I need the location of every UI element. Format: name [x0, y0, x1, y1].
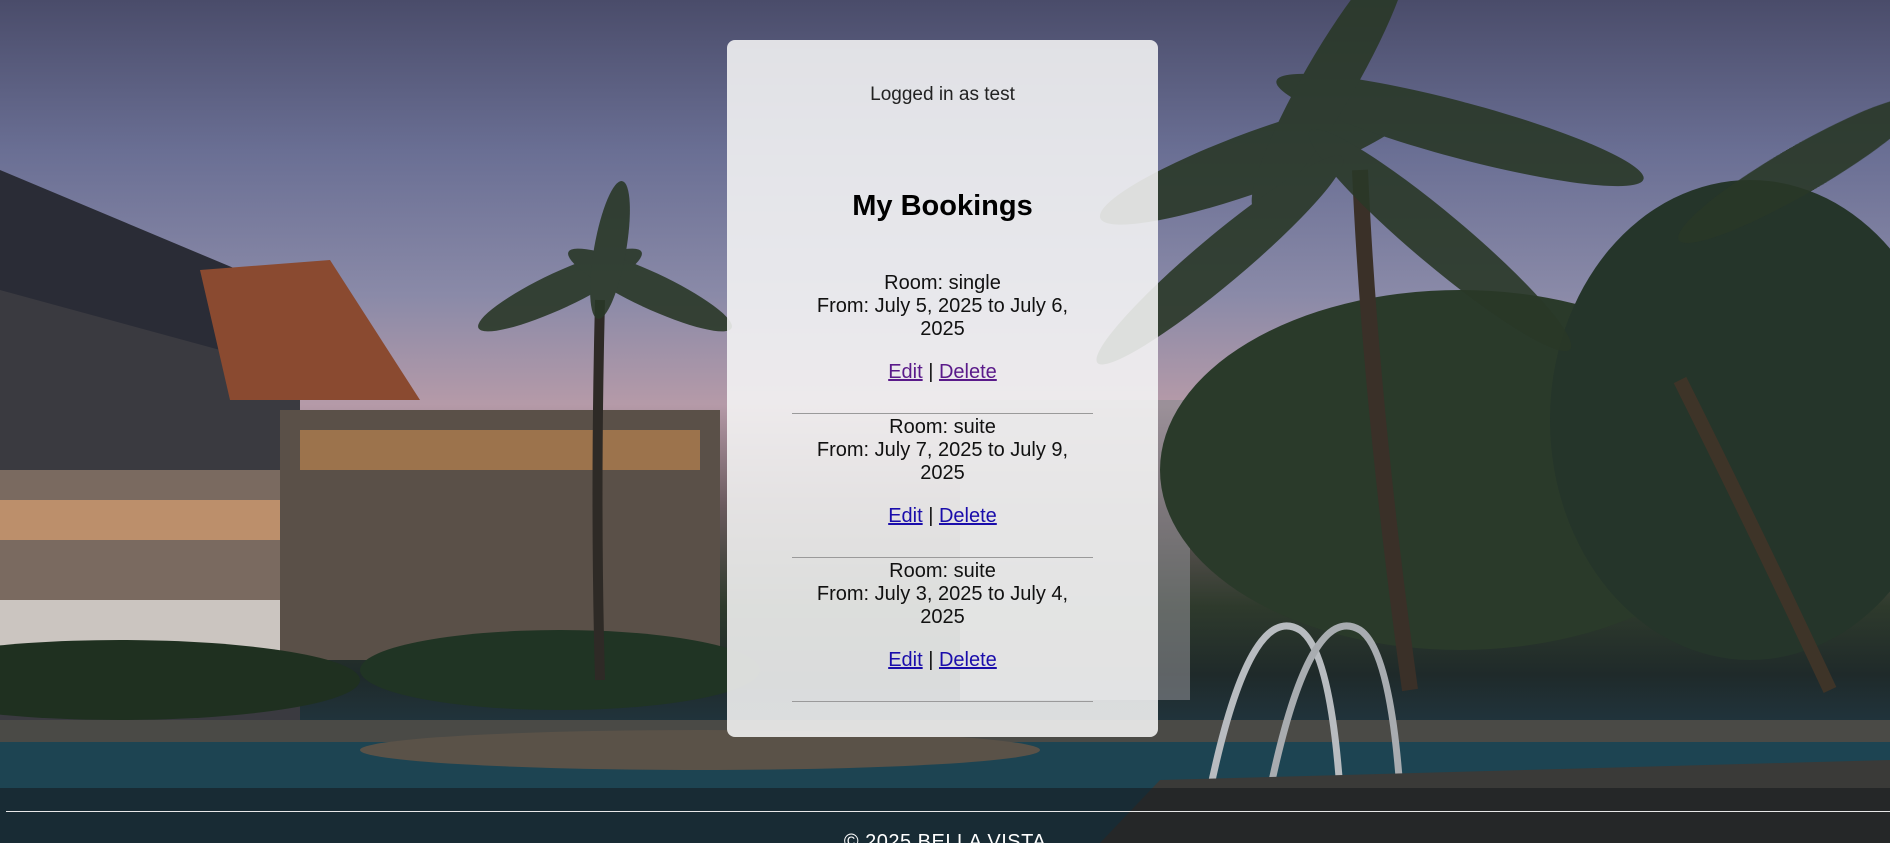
page-title: My Bookings — [852, 190, 1033, 222]
bookings-list: Room: single From: July 5, 2025 to July … — [792, 272, 1093, 704]
booking-actions: Edit | Delete — [792, 361, 1093, 384]
booking-item: Room: single From: July 5, 2025 to July … — [792, 272, 1093, 414]
booking-dates: From: July 3, 2025 to July 4, 2025 — [816, 583, 1069, 628]
booking-item: Room: suite From: July 7, 2025 to July 9… — [792, 416, 1093, 558]
footer-divider — [6, 811, 1890, 812]
booking-room: Room: suite — [889, 416, 996, 438]
site-footer: © 2025 BELLA VISTA — [0, 788, 1890, 853]
login-status-text: Logged in as test — [870, 84, 1015, 105]
action-separator: | — [928, 649, 934, 671]
delete-booking-link[interactable]: Delete — [939, 505, 997, 527]
booking-item: Room: suite From: July 3, 2025 to July 4… — [792, 560, 1093, 702]
booking-actions: Edit | Delete — [792, 505, 1093, 528]
booking-dates: From: July 5, 2025 to July 6, 2025 — [816, 295, 1069, 340]
booking-actions: Edit | Delete — [792, 649, 1093, 672]
booking-room: Room: suite — [889, 560, 996, 582]
edit-booking-link[interactable]: Edit — [888, 505, 922, 527]
delete-booking-link[interactable]: Delete — [939, 361, 997, 383]
bookings-card: Logged in as test My Bookings Room: sing… — [727, 40, 1158, 737]
delete-booking-link[interactable]: Delete — [939, 649, 997, 671]
edit-booking-link[interactable]: Edit — [888, 649, 922, 671]
action-separator: | — [928, 361, 934, 383]
booking-dates: From: July 7, 2025 to July 9, 2025 — [816, 439, 1069, 484]
edit-booking-link[interactable]: Edit — [888, 361, 922, 383]
action-separator: | — [928, 505, 934, 527]
booking-room: Room: single — [884, 272, 1001, 294]
